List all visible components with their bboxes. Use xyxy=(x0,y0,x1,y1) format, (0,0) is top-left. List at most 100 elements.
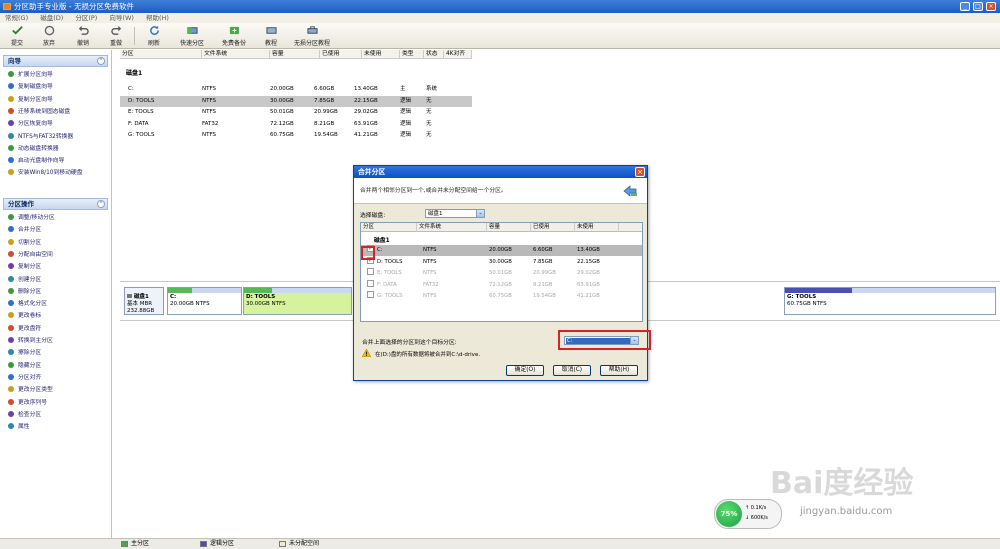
menu-partition[interactable]: 分区(P) xyxy=(70,13,102,23)
redo-button[interactable]: 重做 xyxy=(105,25,127,47)
undo-button[interactable]: 撤销 xyxy=(72,25,94,47)
partition-op-item-label: 合并分区 xyxy=(18,227,42,234)
cancel-button[interactable]: 取消(C) xyxy=(553,365,591,376)
close-button[interactable]: × xyxy=(986,2,996,11)
table-row[interactable]: E: TOOLS NTFS 50.01GB 20.99GB 29.02GB 逻辑 无 xyxy=(120,107,472,118)
col-type[interactable]: 类型 xyxy=(400,50,424,59)
menu-item-icon xyxy=(8,324,14,331)
table-row[interactable]: D: TOOLS NTFS 30.00GB 7.85GB 22.15GB 逻辑 无 xyxy=(120,95,472,107)
menu-bar: 常规(G) 磁盘(D) 分区(P) 向导(W) 帮助(H) xyxy=(0,13,1000,23)
wizard-item[interactable]: 安装Win8/10到移动硬盘 xyxy=(8,168,83,179)
dlg-col-used[interactable]: 已使用 xyxy=(531,223,575,232)
dialog-list-item[interactable]: G: TOOLS NTFS 60.75GB 19.54GB 41.21GB xyxy=(361,291,642,302)
wizard-panel-header[interactable]: 向导 ⌃ xyxy=(3,55,108,67)
partition-op-item[interactable]: 更改序列号 xyxy=(8,398,47,409)
disk-info-block[interactable]: 磁盘1 基本 MBR 232.88GB xyxy=(124,287,164,315)
partition-op-item[interactable]: 属性 xyxy=(8,422,30,433)
partition-ops-panel-header[interactable]: 分区操作 ⌃ xyxy=(3,198,108,210)
wizard-item[interactable]: NTFS与FAT32转换器 xyxy=(8,132,73,143)
disk-map-partition[interactable]: C: 20.00GB NTFS xyxy=(167,287,242,315)
partition-op-item[interactable]: 切割分区 xyxy=(8,238,41,249)
menu-disk[interactable]: 磁盘(D) xyxy=(35,13,68,23)
free-backup-button[interactable]: 免费备份 xyxy=(218,25,250,47)
col-status[interactable]: 状态 xyxy=(424,50,444,59)
partition-checkbox[interactable] xyxy=(367,291,374,298)
partition-op-item[interactable]: 擦除分区 xyxy=(8,348,41,359)
maximize-button[interactable]: □ xyxy=(973,2,983,11)
col-filesystem[interactable]: 文件系统 xyxy=(202,50,270,59)
dlg-col-filesystem[interactable]: 文件系统 xyxy=(417,223,487,232)
dialog-close-button[interactable]: × xyxy=(635,167,645,177)
partition-checkbox[interactable] xyxy=(367,268,374,275)
select-disk-dropdown[interactable]: 磁盘1 ⌄ xyxy=(425,209,485,218)
menu-general[interactable]: 常规(G) xyxy=(0,13,33,23)
wizard-item[interactable]: 复制分区向导 xyxy=(8,95,53,106)
menu-item-icon xyxy=(8,349,14,356)
commit-button[interactable]: 提交 xyxy=(6,25,28,47)
col-used[interactable]: 已使用 xyxy=(320,50,362,59)
cell-free: 63.91GB xyxy=(354,120,378,127)
dialog-list-item[interactable]: F: DATA FAT32 72.12GB 8.21GB 63.91GB xyxy=(361,279,642,291)
menu-wizard[interactable]: 向导(W) xyxy=(104,13,139,23)
wizard-item[interactable]: 扩展分区向导 xyxy=(8,70,53,81)
dlg-cell-cap: 50.01GB xyxy=(489,270,512,276)
chevron-down-icon[interactable]: ⌄ xyxy=(476,210,484,217)
help-button[interactable]: 帮助(H) xyxy=(600,365,638,376)
minimize-button[interactable]: _ xyxy=(960,2,970,11)
refresh-button[interactable]: 刷新 xyxy=(143,25,165,47)
dialog-list-item[interactable]: ✓ C: NTFS 20.00GB 6.60GB 13.40GB xyxy=(361,245,642,256)
menu-item-icon xyxy=(8,361,14,368)
col-capacity[interactable]: 容量 xyxy=(270,50,320,59)
lossless-tutorial-button[interactable]: 无损分区教程 xyxy=(292,25,332,47)
partition-op-item[interactable]: 合并分区 xyxy=(8,225,41,236)
wizard-item[interactable]: 分区恢复向导 xyxy=(8,119,53,130)
disk-map-partition[interactable]: D: TOOLS 30.00GB NTFS xyxy=(243,287,352,315)
quick-partition-button[interactable]: 快速分区 xyxy=(176,25,208,47)
partition-op-item[interactable]: 更改盘符 xyxy=(8,324,41,335)
cell-name: G: TOOLS xyxy=(128,132,155,138)
partition-op-item[interactable]: 删除分区 xyxy=(8,287,41,298)
partition-op-item[interactable]: 复制分区 xyxy=(8,262,41,273)
wizard-item[interactable]: 复制磁盘向导 xyxy=(8,82,53,93)
col-partition[interactable]: 分区 xyxy=(120,50,202,59)
partition-op-item[interactable]: 隐藏分区 xyxy=(8,361,41,372)
dlg-col-capacity[interactable]: 容量 xyxy=(487,223,531,232)
col-4k[interactable]: 4K对齐 xyxy=(444,50,472,59)
partition-op-item[interactable]: 分区对齐 xyxy=(8,373,41,384)
table-row[interactable]: G: TOOLS NTFS 60.75GB 19.54GB 41.21GB 逻辑 无 xyxy=(120,130,472,141)
baidu-watermark-url: jingyan.baidu.com xyxy=(800,506,893,517)
collapse-icon[interactable]: ⌃ xyxy=(97,200,105,208)
collapse-icon[interactable]: ⌃ xyxy=(97,57,105,65)
partition-op-item-label: 转换到主分区 xyxy=(18,338,53,344)
table-row[interactable]: F: DATA FAT32 72.12GB 8.21GB 63.91GB 逻辑 无 xyxy=(120,119,472,130)
cell-fs: FAT32 xyxy=(202,120,219,127)
partition-op-item[interactable]: 检查分区 xyxy=(8,410,41,421)
dlg-cell-used: 6.60GB xyxy=(533,247,553,253)
partition-checkbox[interactable] xyxy=(367,279,374,287)
dialog-list-item[interactable]: ✓ D: TOOLS NTFS 30.00GB 7.85GB 22.15GB xyxy=(361,256,642,268)
wizard-item[interactable]: 动态磁盘转换器 xyxy=(8,144,59,155)
col-free[interactable]: 未使用 xyxy=(362,50,400,59)
partition-op-item[interactable]: 分配自由空间 xyxy=(8,250,53,261)
tutorial-button[interactable]: 教程 xyxy=(260,25,282,47)
table-row[interactable]: C: NTFS 20.00GB 6.60GB 13.40GB 主 系统 xyxy=(120,84,472,95)
wizard-item[interactable]: 迁移系统到固态磁盘 xyxy=(8,107,70,118)
cell-status: 无 xyxy=(426,120,432,127)
dialog-list-item[interactable]: E: TOOLS NTFS 50.01GB 20.99GB 29.02GB xyxy=(361,268,642,279)
partition-op-item[interactable]: 创建分区 xyxy=(8,275,41,286)
partition-op-item[interactable]: 调整/移动分区 xyxy=(8,213,55,224)
partition-op-item[interactable]: 转换到主分区 xyxy=(8,336,53,347)
menu-help[interactable]: 帮助(H) xyxy=(141,13,174,23)
wizard-item[interactable]: 启动光盘制作向导 xyxy=(8,156,64,167)
dlg-cell-used: 8.21GB xyxy=(533,281,553,288)
ok-button[interactable]: 确定(O) xyxy=(506,365,544,376)
dlg-col-free[interactable]: 未使用 xyxy=(575,223,619,232)
partition-op-item[interactable]: 格式化分区 xyxy=(8,299,47,310)
dlg-col-partition[interactable]: 分区 xyxy=(361,223,417,232)
partition-op-item[interactable]: 更改分区类型 xyxy=(8,385,53,396)
cell-cap: 30.00GB xyxy=(270,97,294,104)
discard-button[interactable]: 放弃 xyxy=(38,25,60,47)
undo-icon xyxy=(78,25,89,35)
partition-op-item[interactable]: 更改卷标 xyxy=(8,311,41,322)
disk-map-partition[interactable]: G: TOOLS 60.75GB NTFS xyxy=(784,287,996,315)
